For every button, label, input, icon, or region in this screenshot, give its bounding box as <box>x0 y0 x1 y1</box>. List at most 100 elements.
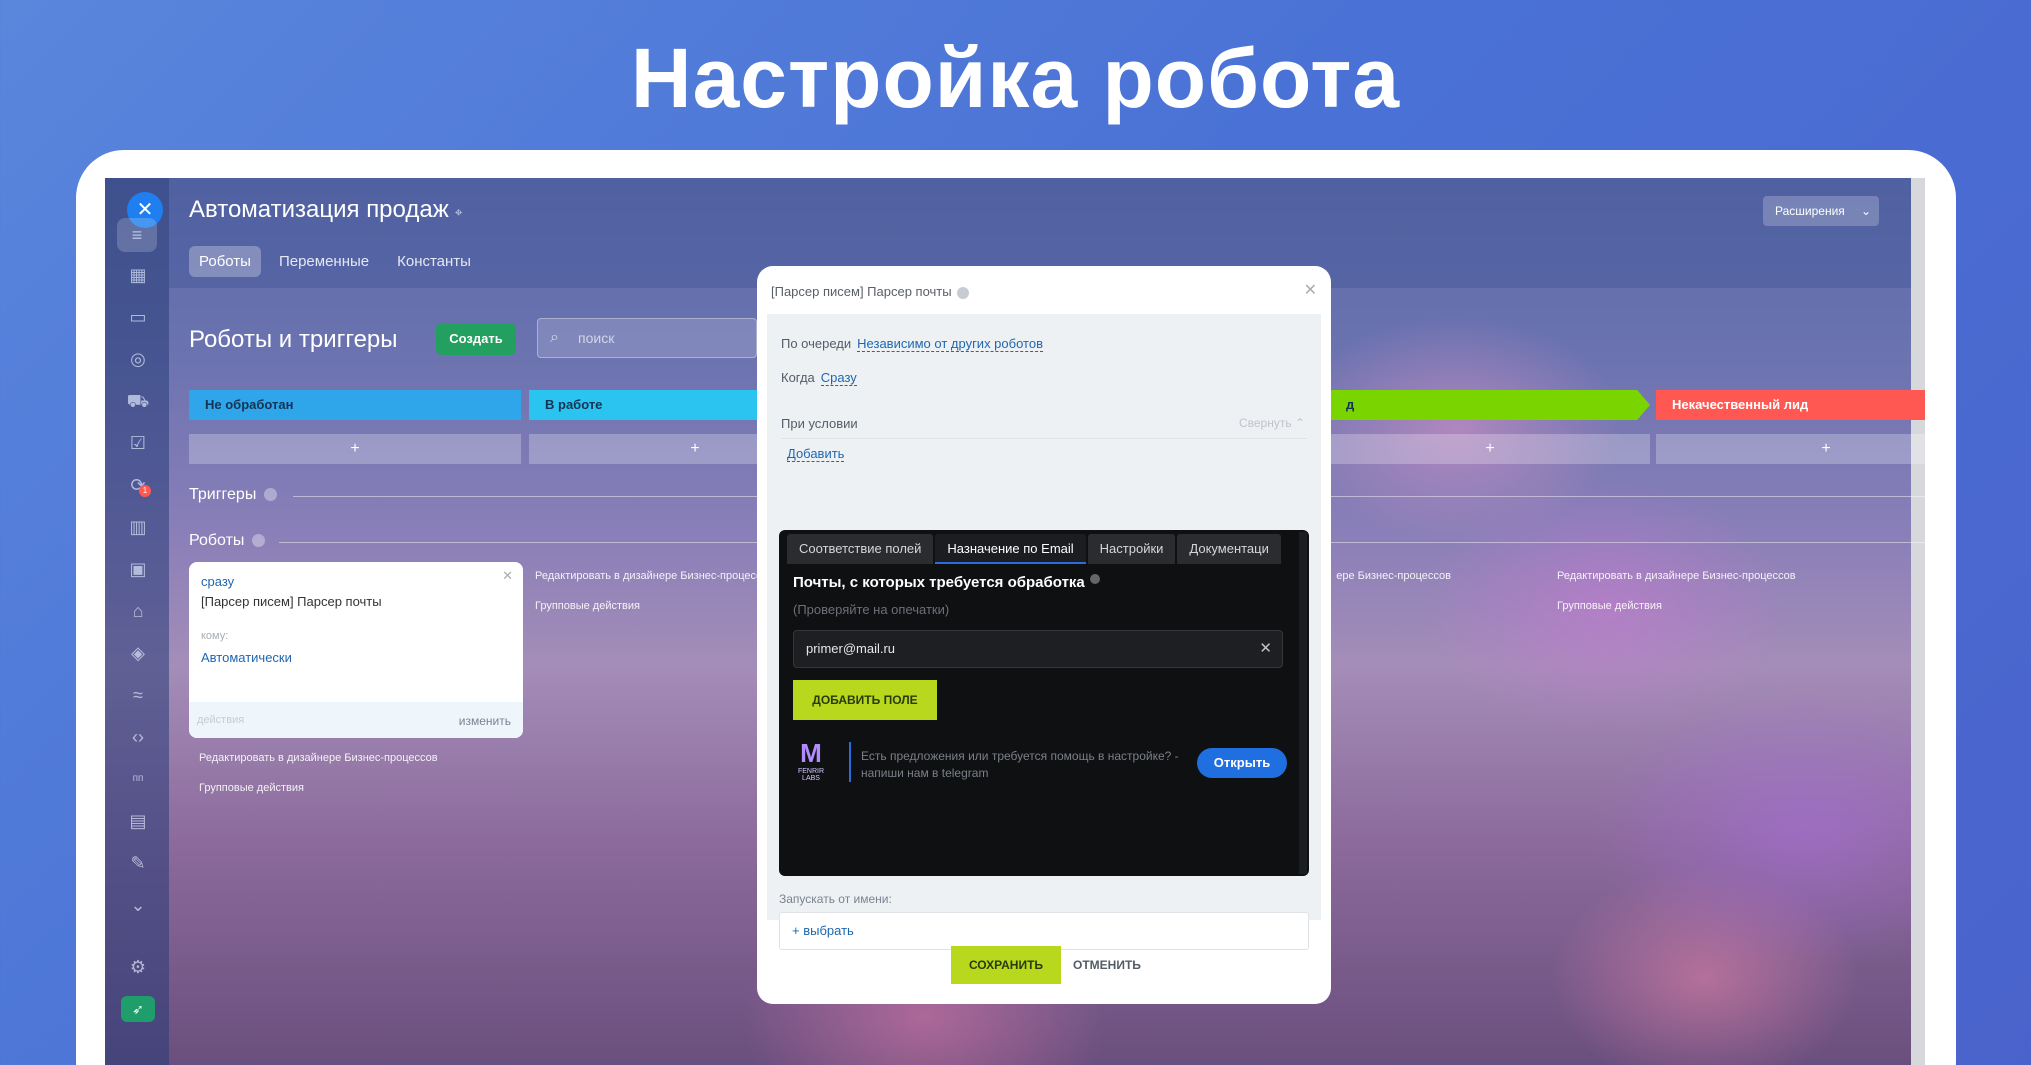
add-field-button[interactable]: ДОБАВИТЬ ПОЛЕ <box>793 680 937 720</box>
header-tabs: Роботы Переменные Константы <box>189 246 481 277</box>
condition-divider <box>781 438 1307 439</box>
edit-in-designer-link[interactable]: Редактировать в дизайнере Бизнес-процесс… <box>1336 570 1451 582</box>
scrollbar-strip[interactable] <box>1911 178 1925 1065</box>
modal-body: По очереди Независимо от других роботов К… <box>767 314 1321 950</box>
cart-icon[interactable]: ⛟ <box>125 388 151 414</box>
triggers-text: Триггеры <box>189 486 257 503</box>
chevron-down-icon: ⌄ <box>1860 204 1871 218</box>
chevron-down-icon[interactable]: ⌄ <box>125 892 151 918</box>
group-actions-link[interactable]: Групповые действия <box>1557 600 1662 612</box>
edit-in-designer-link[interactable]: Редактировать в дизайнере Бизнес-процесс… <box>535 570 774 582</box>
robot-edit-link[interactable]: изменить <box>459 714 511 728</box>
emails-heading-text: Почты, с которых требуется обработка <box>793 574 1085 591</box>
waves-icon[interactable]: ≈ <box>125 682 151 708</box>
email-field-value: primer@mail.ru <box>806 641 896 656</box>
extensions-button[interactable]: Расширения ⌄ <box>1763 196 1879 226</box>
media-icon[interactable]: ▣ <box>125 556 151 582</box>
add-robot-stage-4[interactable]: + <box>1656 434 1925 464</box>
robot-card-footer: действия изменить <box>189 702 523 738</box>
tab-documentation[interactable]: Документаци <box>1177 534 1281 564</box>
page-title: Автоматизация продаж ⌖ <box>189 196 463 224</box>
queue-value-link[interactable]: Независимо от других роботов <box>857 336 1043 352</box>
help-icon[interactable] <box>264 488 278 502</box>
create-button[interactable]: Создать <box>436 323 516 355</box>
cancel-button[interactable]: ОТМЕНИТЬ <box>1073 946 1141 984</box>
when-value-link[interactable]: Сразу <box>820 370 857 386</box>
group-actions-link[interactable]: Групповые действия <box>535 600 640 612</box>
tab-constants[interactable]: Константы <box>387 246 481 277</box>
triggers-divider-right <box>1330 496 1925 497</box>
tab-email-assignment[interactable]: Назначение по Email <box>935 534 1086 564</box>
collapse-toggle[interactable]: Свернуть ⌃ <box>1239 416 1305 430</box>
emails-subheading: (Проверяйте на опечатки) <box>793 602 950 617</box>
clear-icon[interactable]: ✕ <box>1259 631 1272 667</box>
edit-in-designer-link[interactable]: Редактировать в дизайнере Бизнес-процесс… <box>199 752 438 764</box>
robot-when[interactable]: сразу <box>201 574 234 589</box>
group-actions-link[interactable]: Групповые действия <box>199 782 304 794</box>
close-icon[interactable]: ✕ <box>1304 280 1317 300</box>
close-icon[interactable]: ✕ <box>502 568 513 584</box>
tab-field-mapping[interactable]: Соответствие полей <box>787 534 934 564</box>
when-row: Когда Сразу <box>781 370 857 386</box>
edit-in-designer-link[interactable]: Редактировать в дизайнере Бизнес-процесс… <box>1557 570 1796 582</box>
app-pp-icon[interactable]: пп <box>125 766 151 792</box>
panel-scrollbar[interactable] <box>1299 532 1307 874</box>
collapse-label: Свернуть <box>1238 416 1292 430</box>
target-icon[interactable]: ◎ <box>125 346 151 372</box>
open-telegram-button[interactable]: Открыть <box>1197 748 1287 778</box>
add-robot-stage-1[interactable]: + <box>189 434 521 464</box>
panel-tabs: Соответствие полей Назначение по Email Н… <box>787 534 1283 564</box>
stage-not-processed[interactable]: Не обработан <box>189 390 521 420</box>
tab-settings[interactable]: Настройки <box>1087 534 1176 564</box>
pen-icon[interactable]: ✎ <box>125 850 151 876</box>
search-placeholder: поиск <box>578 330 615 346</box>
code-icon[interactable]: ‹› <box>125 724 151 750</box>
triggers-label: Триггеры <box>189 486 278 504</box>
gear-icon[interactable]: ⚙ <box>125 954 151 980</box>
run-as-label: Запускать от имени: <box>779 892 892 906</box>
condition-label: При условии <box>781 416 858 431</box>
rocket-icon[interactable]: ➶ <box>121 996 155 1022</box>
parser-settings-panel: Соответствие полей Назначение по Email Н… <box>779 530 1309 876</box>
help-icon[interactable] <box>1089 574 1100 584</box>
robot-to-value[interactable]: Автоматически <box>201 650 292 665</box>
stage-bad-lead[interactable]: Некачественный лид <box>1656 390 1925 420</box>
stage-converted[interactable]: д <box>1330 390 1650 420</box>
help-icon[interactable] <box>252 534 266 548</box>
save-button[interactable]: СОХРАНИТЬ <box>951 946 1061 984</box>
search-input[interactable]: ⌕ поиск <box>537 318 757 358</box>
when-label: Когда <box>781 370 815 385</box>
help-text: Есть предложения или требуется помощь в … <box>861 749 1179 780</box>
document-icon[interactable]: ▤ <box>125 808 151 834</box>
analytics-icon[interactable]: ▥ <box>125 514 151 540</box>
robot-card[interactable]: сразу ✕ [Парсер писем] Парсер почты кому… <box>189 562 523 738</box>
robot-actions: действия <box>197 714 245 726</box>
robot-settings-modal: [Парсер писем] Парсер почты ✕ По очереди… <box>757 266 1331 1004</box>
robots-text: Роботы <box>189 532 245 549</box>
run-as-select[interactable]: + выбрать <box>779 912 1309 950</box>
filter-icon[interactable]: ≡ <box>117 218 157 252</box>
email-field[interactable]: primer@mail.ru ✕ <box>793 630 1283 668</box>
shield-icon[interactable]: ◈ <box>125 640 151 666</box>
robots-label: Роботы <box>189 532 266 550</box>
robot-name: [Парсер писем] Парсер почты <box>201 594 382 609</box>
modal-title-text: [Парсер писем] Парсер почты <box>771 284 952 299</box>
fenrir-labs-logo: M FENRIR LABS <box>793 738 829 782</box>
section-title: Роботы и триггеры <box>189 326 398 353</box>
help-icon[interactable] <box>956 286 969 299</box>
search-icon: ⌕ <box>550 329 559 346</box>
logo-mark: M <box>800 738 822 768</box>
page-title-text: Автоматизация продаж <box>189 196 449 223</box>
notification-badge: 1 <box>139 485 151 497</box>
modal-title: [Парсер писем] Парсер почты <box>771 284 969 299</box>
inbox-icon[interactable]: ▭ <box>125 304 151 330</box>
emails-heading: Почты, с которых требуется обработка <box>793 574 1100 591</box>
add-condition-link[interactable]: Добавить <box>787 446 845 462</box>
add-robot-stage-3[interactable]: + <box>1330 434 1650 464</box>
tab-robots[interactable]: Роботы <box>189 246 261 277</box>
checkbox-icon[interactable]: ☑ <box>125 430 151 456</box>
robot-icon[interactable]: ⌂ <box>125 598 151 624</box>
tab-variables[interactable]: Переменные <box>269 246 379 277</box>
pin-icon[interactable]: ⌖ <box>455 204 463 220</box>
calendar-icon[interactable]: ▦ <box>125 262 151 288</box>
